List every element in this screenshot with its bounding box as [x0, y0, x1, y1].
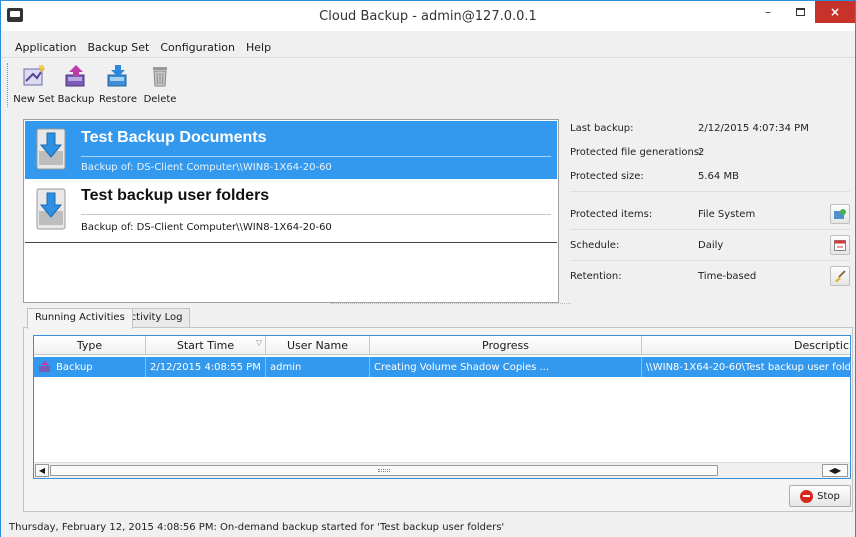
items-icon	[834, 209, 846, 219]
restore-icon	[107, 65, 127, 87]
horizontal-scrollbar[interactable]: ◀ ◀▶	[34, 462, 850, 478]
prop-value: 2/12/2015 4:07:34 PM	[698, 123, 809, 134]
backup-set-icon	[36, 128, 66, 170]
backup-set-name: Test backup user folders	[81, 187, 270, 204]
delete-button[interactable]: Delete	[142, 61, 178, 105]
menu-application[interactable]: Application	[11, 38, 80, 57]
divider	[81, 214, 551, 215]
backup-set-name: Test Backup Documents	[81, 129, 267, 146]
divider	[570, 229, 850, 230]
calendar-icon	[834, 240, 846, 251]
cell-start-time: 2/12/2015 4:08:55 PM	[146, 357, 266, 377]
scrollbar-grip	[378, 469, 390, 472]
cell-description: \\WIN8-1X64-20-60\Test backup user folde…	[646, 361, 851, 373]
prop-label: Schedule:	[570, 240, 620, 251]
prop-value: File System	[698, 209, 756, 220]
restore-label: Restore	[99, 94, 137, 105]
prop-size: Protected size: 5.64 MB	[570, 167, 850, 187]
backup-set-item[interactable]: Test Backup Documents Backup of: DS-Clie…	[25, 121, 557, 179]
new-set-label: New Set	[13, 94, 55, 105]
broom-icon	[835, 270, 846, 282]
prop-schedule: Schedule: Daily	[570, 235, 850, 256]
table-row[interactable]: Backup 2/12/2015 4:08:55 PM admin Creati…	[34, 357, 851, 377]
scroll-right-button[interactable]: ◀▶	[822, 464, 848, 477]
edit-retention-button[interactable]	[830, 266, 850, 286]
prop-label: Retention:	[570, 271, 622, 282]
backup-set-list[interactable]: Test Backup Documents Backup of: DS-Clie…	[23, 119, 559, 303]
cell-user-name: admin	[266, 357, 370, 377]
prop-label: Last backup:	[570, 123, 634, 134]
col-start-time[interactable]: Start Time	[146, 336, 266, 355]
application-window: Cloud Backup - admin@127.0.0.1 – × Appli…	[0, 0, 856, 537]
backup-icon	[65, 65, 85, 87]
backup-set-description: Backup of: DS-Client Computer\\WIN8-1X64…	[81, 162, 332, 173]
stop-label: Stop	[817, 490, 840, 502]
title-bar[interactable]: Cloud Backup - admin@127.0.0.1 – ×	[1, 1, 855, 31]
restore-button[interactable]: Restore	[99, 61, 137, 105]
new-set-button[interactable]: New Set	[13, 61, 55, 105]
new-set-icon	[23, 65, 45, 86]
prop-retention: Retention: Time-based	[570, 266, 850, 287]
splitter-grip[interactable]	[331, 303, 571, 307]
backup-icon	[39, 361, 50, 372]
status-bar: Thursday, February 12, 2015 4:08:56 PM: …	[1, 516, 855, 537]
menu-configuration[interactable]: Configuration	[156, 38, 239, 57]
backup-label: Backup	[57, 94, 95, 105]
table-header: Type Start Time User Name Progress Descr…	[34, 336, 850, 355]
backup-button[interactable]: Backup	[58, 61, 94, 105]
prop-generations: Protected file generations: 2	[570, 143, 850, 163]
divider	[81, 156, 551, 157]
cell-type: Backup	[34, 357, 146, 377]
prop-last-backup: Last backup: 2/12/2015 4:07:34 PM	[570, 119, 850, 139]
backup-set-item[interactable]: Test backup user folders Backup of: DS-C…	[25, 179, 557, 243]
menu-bar: Application Backup Set Configuration Hel…	[1, 38, 855, 58]
menu-help[interactable]: Help	[242, 38, 275, 57]
toolbar-grip[interactable]	[7, 63, 10, 107]
backup-set-icon	[36, 188, 66, 230]
edit-schedule-button[interactable]	[830, 235, 850, 255]
col-user-name[interactable]: User Name	[266, 336, 370, 355]
divider	[570, 260, 850, 261]
window-title: Cloud Backup - admin@127.0.0.1	[319, 9, 537, 24]
scrollbar-thumb[interactable]	[50, 465, 718, 476]
scroll-left-button[interactable]: ◀	[35, 464, 49, 477]
prop-value: Daily	[698, 240, 724, 251]
prop-label: Protected file generations:	[570, 147, 703, 158]
properties-panel: Last backup: 2/12/2015 4:07:34 PM Protec…	[570, 119, 850, 303]
tab-running-activities[interactable]: Running Activities	[27, 308, 133, 329]
prop-value: Time-based	[698, 271, 757, 282]
cell-progress: Creating Volume Shadow Copies ...	[370, 357, 642, 377]
maximize-icon	[795, 8, 805, 16]
stop-button[interactable]: Stop	[789, 485, 851, 507]
prop-value: 2	[698, 147, 705, 158]
sort-icon: ▽	[256, 338, 263, 347]
prop-label: Protected items:	[570, 209, 653, 220]
maximize-button[interactable]	[785, 1, 815, 23]
minimize-button[interactable]: –	[753, 1, 783, 23]
delete-icon	[153, 67, 167, 87]
delete-label: Delete	[143, 94, 177, 105]
edit-items-button[interactable]	[830, 204, 850, 224]
prop-value: 5.64 MB	[698, 171, 739, 182]
col-description[interactable]: Descriptic	[642, 336, 850, 355]
prop-items: Protected items: File System	[570, 204, 850, 225]
menu-backup-set[interactable]: Backup Set	[83, 38, 153, 57]
stop-icon	[800, 489, 814, 503]
cell-type-text: Backup	[56, 361, 93, 373]
backup-set-description: Backup of: DS-Client Computer\\WIN8-1X64…	[81, 222, 332, 233]
toolbar: New Set Backup Restore Delete	[7, 61, 847, 111]
close-button[interactable]: ×	[815, 1, 855, 23]
divider	[570, 191, 850, 192]
col-type[interactable]: Type	[34, 336, 146, 355]
prop-label: Protected size:	[570, 171, 644, 182]
activities-table[interactable]: Type Start Time User Name Progress Descr…	[33, 335, 851, 479]
col-progress[interactable]: Progress	[370, 336, 642, 355]
